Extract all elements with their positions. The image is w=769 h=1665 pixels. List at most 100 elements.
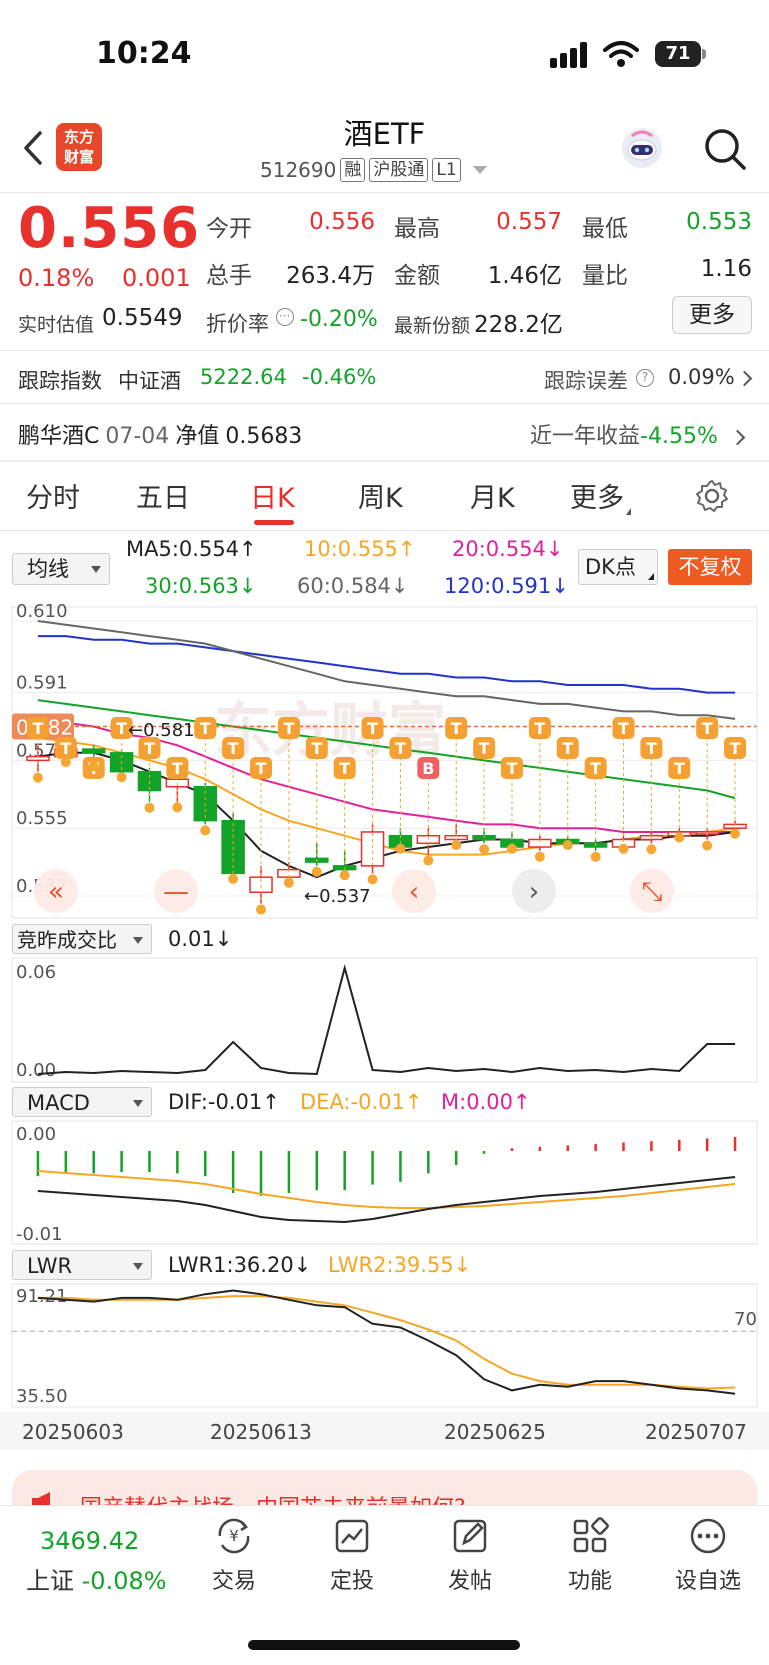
signal-dot: [283, 877, 294, 888]
cellular-signal-icon: [550, 42, 587, 68]
lwr-select-label: LWR: [27, 1254, 73, 1278]
signal-dot: [339, 870, 350, 881]
signal-dot: [479, 844, 490, 855]
ma20-value: 20:0.554↓: [452, 537, 564, 561]
chevron-right-icon[interactable]: [736, 370, 753, 387]
stat-value: 0.556: [309, 209, 375, 235]
stat-value: 263.4万: [286, 263, 375, 289]
tracking-error-value: 0.09%: [668, 365, 735, 389]
stat-value: 1.16: [700, 256, 752, 282]
return-value: -4.55%: [640, 424, 718, 449]
stat-label: 最低: [582, 216, 628, 242]
low-marker: ←0.537: [304, 886, 371, 907]
chevron-down-icon[interactable]: [472, 166, 487, 174]
macd-y-bottom: -0.01: [16, 1224, 63, 1245]
x-axis-label: 20250603: [22, 1420, 124, 1444]
dk-point-button[interactable]: DK点: [578, 549, 658, 585]
signal-letter: T: [60, 739, 71, 758]
nav-functions[interactable]: 功能: [550, 1517, 630, 1595]
tab-five-day[interactable]: 五日: [136, 476, 190, 515]
nav-functions-label: 功能: [567, 1569, 612, 1594]
indicator-select-lwr[interactable]: LWR: [12, 1250, 152, 1280]
security-subline[interactable]: 512690 融 沪股通 L1: [260, 158, 487, 182]
signal-dot: [423, 855, 434, 866]
signal-dot: [256, 904, 267, 915]
signal-dot: [32, 772, 43, 783]
signal-dot: [451, 840, 462, 851]
stat-value: 1.46亿: [487, 263, 562, 289]
stat-label: 总手: [206, 263, 252, 289]
indicator-select-volume-ratio[interactable]: 竞昨成交比: [12, 924, 152, 954]
corner-triangle-icon: [648, 573, 654, 580]
signal-letter: T: [228, 739, 239, 758]
svg-text:¥: ¥: [229, 1527, 239, 1545]
zoom-out-icon-glyph[interactable]: —: [163, 877, 189, 907]
signal-dot: [646, 844, 657, 855]
y-axis-label: 0.591: [16, 673, 68, 694]
more-circle-icon: [690, 1518, 726, 1554]
linked-fund-nav-value: 0.5683: [225, 424, 303, 449]
market-index-value[interactable]: 3469.42: [40, 1527, 139, 1555]
volume-ratio-value: 0.01↓: [168, 927, 233, 951]
linked-fund-row[interactable]: 鹏华酒C 07-04 净值 0.5683: [18, 418, 302, 450]
no-adjust-button[interactable]: 不复权: [668, 549, 752, 585]
macd-dif: DIF:-0.01↑: [168, 1090, 280, 1114]
x-axis-label: 20250707: [645, 1420, 747, 1444]
scroll-left-double-icon-glyph[interactable]: «: [48, 877, 64, 907]
tracking-index-name[interactable]: 中证酒: [118, 365, 181, 395]
help-icon[interactable]: ?: [636, 369, 654, 387]
kline-chart[interactable]: 东方财富0.6100.5910.5730.5550.5370.582TTTTTT…: [0, 600, 769, 1450]
nav-add-watchlist[interactable]: 设自选: [668, 1517, 748, 1595]
pan-left-icon-glyph[interactable]: ‹: [409, 877, 419, 907]
chevron-right-icon: [729, 429, 746, 446]
quote-divider: [0, 350, 769, 351]
settings-gear-icon[interactable]: [694, 478, 730, 514]
signal-letter: T: [367, 719, 378, 738]
dk-label: DK点: [585, 555, 636, 579]
dropdown-triangle-icon: [133, 1100, 143, 1107]
signal-letter: T: [32, 719, 43, 738]
tab-more[interactable]: 更多: [570, 476, 631, 515]
signal-letter: T: [730, 739, 741, 758]
nav-post[interactable]: 发帖: [430, 1517, 510, 1595]
tab-weekly-k[interactable]: 周K: [358, 476, 403, 515]
market-index-row[interactable]: 上证 -0.08%: [26, 1561, 167, 1596]
signal-dot: [367, 874, 378, 885]
nav-add-watchlist-label: 设自选: [674, 1569, 741, 1594]
more-stats-button[interactable]: 更多: [672, 296, 752, 334]
signal-dot: [506, 843, 517, 854]
tabs-divider: [0, 530, 769, 531]
signal-dot: [200, 825, 211, 836]
header-divider: [0, 192, 769, 193]
signal-dot: [590, 851, 601, 862]
signal-dot: [395, 843, 406, 854]
realtime-est-label: 实时估值: [18, 314, 95, 336]
dropdown-triangle-icon: [133, 1263, 143, 1270]
high-marker: ←0.581: [128, 720, 195, 741]
nav-invest-plan[interactable]: 定投: [312, 1517, 392, 1595]
macd-y-top: 0.00: [16, 1124, 56, 1145]
tab-monthly-k[interactable]: 月K: [470, 476, 515, 515]
wifi-icon: [603, 41, 639, 67]
info-dots-icon[interactable]: ···: [275, 308, 294, 326]
return-label: 近一年收益: [530, 424, 641, 449]
tracking-index-label: 跟踪指数: [18, 369, 102, 393]
signal-letter: T: [646, 739, 657, 758]
tab-daily-k[interactable]: 日K: [250, 476, 295, 515]
robot-assistant-icon[interactable]: [618, 124, 666, 172]
search-icon[interactable]: [702, 126, 748, 172]
one-year-return[interactable]: 近一年收益-4.55%: [530, 418, 746, 450]
indicator-select-macd[interactable]: MACD: [12, 1087, 152, 1117]
fullscreen-icon-glyph[interactable]: ⤡: [642, 877, 663, 907]
indicator-select-ma[interactable]: 均线: [12, 553, 110, 585]
stat-value: 0.557: [496, 209, 562, 235]
stat-value: 0.553: [686, 209, 752, 235]
volume-y-bottom: 0.00: [16, 1060, 56, 1081]
market-index-name: 上证: [26, 1567, 74, 1595]
tracking-divider: [0, 403, 769, 404]
pan-right-icon-glyph[interactable]: ›: [529, 877, 539, 907]
realtime-est-value: 0.5549: [102, 305, 183, 331]
signal-dot: [144, 802, 155, 813]
nav-trade[interactable]: ¥ 交易: [194, 1517, 274, 1595]
tab-intraday[interactable]: 分时: [26, 476, 80, 515]
